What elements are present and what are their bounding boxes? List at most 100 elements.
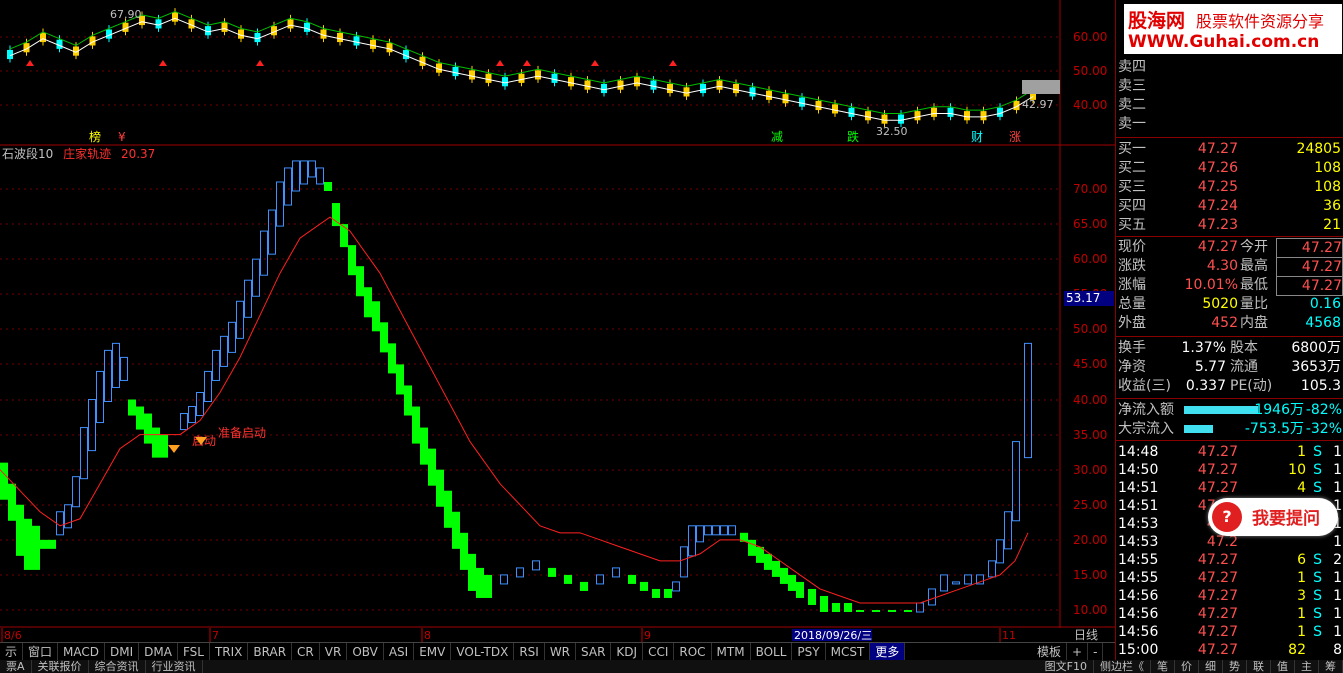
tick-time: 14:56	[1118, 624, 1159, 640]
quote-row: 涨跌 4.30 最高 47.27	[1116, 257, 1343, 277]
candle-body	[172, 12, 178, 22]
ask-question-button[interactable]: ? 我要提问	[1208, 498, 1338, 536]
tab-right-1[interactable]: +	[1067, 643, 1089, 661]
tab-0[interactable]: 示	[0, 643, 24, 661]
bottom-tab-3[interactable]: 行业资讯	[146, 660, 203, 673]
kline-chart[interactable]: 60.0050.0040.0070.0065.0060.0055.0050.00…	[0, 0, 1115, 642]
separator	[1116, 336, 1343, 337]
tab-2[interactable]: MACD	[58, 643, 106, 661]
bottom-tab-1[interactable]: 关联报价	[32, 660, 89, 673]
question-icon: ?	[1212, 502, 1242, 532]
tab-23[interactable]: MCST	[826, 643, 871, 661]
quote-value: 4568	[1305, 315, 1341, 331]
tab-16[interactable]: SAR	[576, 643, 612, 661]
tab-17[interactable]: KDJ	[611, 643, 644, 661]
indicator-bar-down	[796, 581, 804, 598]
quote-label: 涨幅	[1118, 277, 1146, 293]
tab-24[interactable]: 更多	[870, 643, 906, 661]
tick-price: 47.27	[1197, 480, 1238, 496]
stat-row: 换手 1.37% 股本 6800万	[1116, 339, 1343, 357]
indicator-line-name: 庄家轨迹	[63, 147, 112, 161]
signal-marker: 榜	[89, 129, 101, 144]
cursor-price-box: 53.17	[1064, 291, 1114, 306]
signal-marker: 财	[971, 130, 983, 144]
y-tick-label: 30.00	[1073, 463, 1107, 477]
up-arrow-icon	[669, 60, 677, 66]
tab-12[interactable]: EMV	[414, 643, 452, 661]
indicator-bar-down	[380, 322, 388, 353]
candle-body	[568, 77, 574, 87]
tab-19[interactable]: ROC	[674, 643, 712, 661]
tab-3[interactable]: DMI	[105, 643, 140, 661]
candle-body	[782, 94, 789, 104]
bottom-right-tab-9[interactable]: 筹	[1319, 660, 1343, 673]
indicator-bar-down	[324, 181, 332, 191]
y-tick-label: 40.00	[1073, 393, 1107, 407]
indicator-bar-up	[952, 581, 960, 585]
bottom-right-tab-4[interactable]: 细	[1199, 660, 1223, 673]
bottom-tab-2[interactable]: 综合资讯	[89, 660, 146, 673]
up-arrow-icon	[256, 60, 264, 66]
tab-14[interactable]: RSI	[514, 643, 545, 661]
tab-10[interactable]: OBV	[347, 643, 384, 661]
bottom-right-tab-3[interactable]: 价	[1175, 660, 1199, 673]
bottom-right-tab-0[interactable]: 图文F10	[1039, 660, 1094, 673]
candle-body	[304, 22, 310, 32]
quote-label: 最低	[1240, 277, 1268, 293]
candle-body	[700, 83, 706, 94]
tick-count: 8	[1333, 642, 1342, 658]
bottom-right-tab-8[interactable]: 主	[1295, 660, 1319, 673]
tab-right-2[interactable]: -	[1088, 643, 1104, 661]
tab-5[interactable]: FSL	[178, 643, 210, 661]
tick-count: 1	[1333, 606, 1342, 622]
indicator-bar-up	[940, 574, 948, 592]
indicator-bar-up	[672, 581, 680, 592]
bottom-right-tab-6[interactable]: 联	[1247, 660, 1271, 673]
bottom-right-tab-7[interactable]: 值	[1271, 660, 1295, 673]
tab-11[interactable]: ASI	[384, 643, 415, 661]
tab-7[interactable]: BRAR	[248, 643, 293, 661]
tab-9[interactable]: VR	[320, 643, 348, 661]
up-arrow-icon	[591, 60, 599, 66]
flow-bar	[1184, 425, 1213, 433]
indicator-bar-down	[452, 511, 460, 549]
buy-label: 买三	[1118, 179, 1146, 195]
bottom-right-tab-1[interactable]: 侧边栏《	[1094, 660, 1151, 673]
tab-6[interactable]: TRIX	[210, 643, 249, 661]
tick-volume: 4	[1297, 480, 1306, 496]
sell-label: 卖四	[1118, 59, 1146, 75]
tab-22[interactable]: PSY	[792, 643, 826, 661]
bottom-tab-0[interactable]: 票A	[0, 660, 32, 673]
tick-side: S	[1313, 606, 1322, 622]
tab-right-0[interactable]: 模板	[1032, 643, 1068, 661]
tick-volume: 1	[1297, 606, 1306, 622]
indicator-bar-down	[788, 574, 796, 591]
bottom-right-tab-2[interactable]: 笔	[1151, 660, 1175, 673]
logo-line2: WWW.Guhai.com.cn	[1128, 32, 1320, 52]
tick-side: S	[1313, 444, 1322, 460]
sell-row: 卖三	[1116, 77, 1343, 95]
indicator-bar-down	[364, 287, 372, 318]
tab-15[interactable]: WR	[545, 643, 577, 661]
candle-body	[865, 111, 871, 121]
indicator-bar-down	[888, 610, 896, 612]
candle-body	[980, 111, 987, 121]
candle-body	[221, 22, 228, 32]
tab-20[interactable]: MTM	[712, 643, 751, 661]
tick-row: 14:55 47.27 1 S 1	[1116, 569, 1343, 587]
tab-8[interactable]: CR	[292, 643, 320, 661]
tab-4[interactable]: DMA	[139, 643, 178, 661]
candle-body	[931, 107, 937, 117]
separator	[1116, 236, 1343, 237]
bottom-right-tab-5[interactable]: 势	[1223, 660, 1247, 673]
zhuangjia-track-line	[0, 216, 1029, 604]
tab-13[interactable]: VOL-TDX	[451, 643, 515, 661]
quote-value: 47.27	[1276, 257, 1343, 277]
tab-21[interactable]: BOLL	[751, 643, 793, 661]
chart-area[interactable]: 60.0050.0040.0070.0065.0060.0055.0050.00…	[0, 0, 1115, 642]
tab-1[interactable]: 窗口	[23, 643, 59, 661]
quote-label: 今开	[1240, 239, 1268, 255]
stat-value: 5.77	[1194, 359, 1226, 375]
tab-18[interactable]: CCI	[643, 643, 675, 661]
indicator-bar-up	[1012, 441, 1020, 522]
